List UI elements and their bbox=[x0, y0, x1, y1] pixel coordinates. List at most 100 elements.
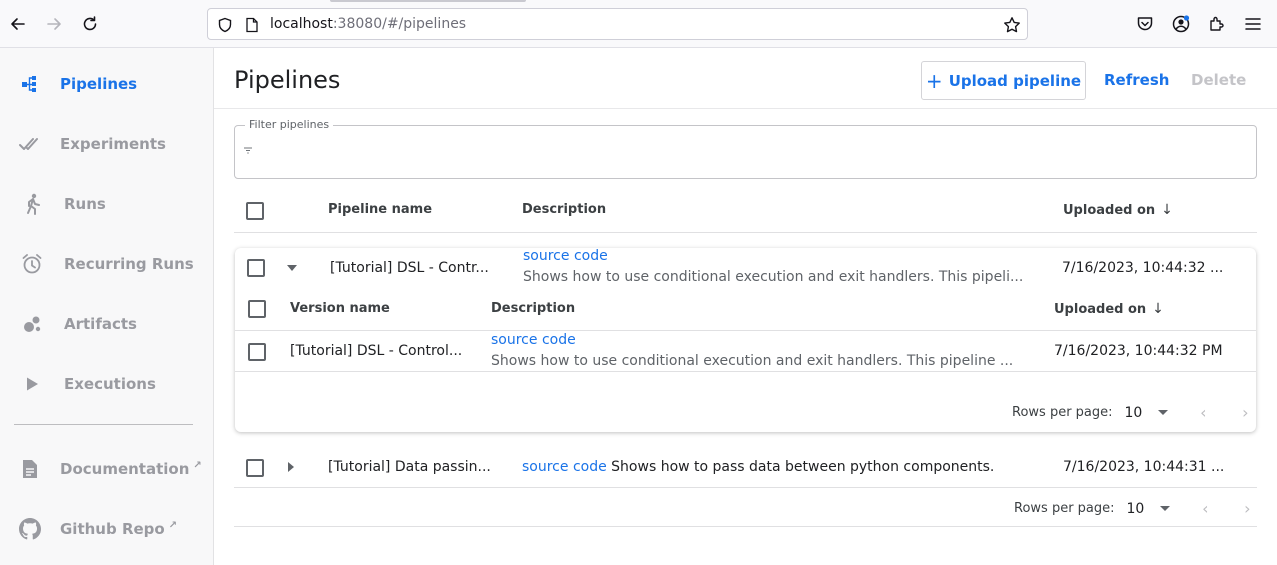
column-header-uploaded-on[interactable]: Uploaded on ↓ bbox=[1063, 202, 1173, 218]
delete-button[interactable]: Delete bbox=[1191, 71, 1246, 89]
play-icon bbox=[20, 372, 44, 396]
version-uploaded-on-text: Uploaded on bbox=[1054, 302, 1147, 317]
reload-button[interactable] bbox=[78, 12, 102, 36]
sidebar-label-executions: Executions bbox=[64, 375, 156, 393]
sidebar-item-pipelines[interactable]: Pipelines bbox=[0, 64, 213, 104]
external-link-icon: ↗ bbox=[168, 520, 178, 531]
github-icon bbox=[18, 517, 42, 541]
expand-row-button[interactable] bbox=[283, 459, 299, 475]
browser-toolbar: localhost:38080/#/pipelines bbox=[0, 0, 1277, 48]
menu-icon[interactable] bbox=[1242, 13, 1264, 35]
sidebar-label-artifacts: Artifacts bbox=[64, 315, 137, 333]
pipeline-name[interactable]: [Tutorial] Data passin... bbox=[328, 459, 500, 475]
previous-page-button[interactable]: ‹ bbox=[1194, 403, 1212, 422]
table-bottom-divider bbox=[234, 526, 1257, 527]
sidebar-item-executions[interactable]: Executions bbox=[0, 364, 213, 404]
documentation-text: Documentation bbox=[60, 460, 190, 478]
column-header-description: Description bbox=[522, 202, 607, 217]
version-description: Shows how to use conditional execution a… bbox=[491, 353, 1014, 369]
sidebar: Pipelines Experiments Runs Recurring Run… bbox=[0, 48, 214, 565]
reload-icon bbox=[83, 16, 97, 31]
sidebar-item-documentation[interactable]: Documentation ↗ bbox=[0, 449, 213, 489]
url-text[interactable]: localhost:38080/#/pipelines bbox=[270, 16, 466, 32]
row-checkbox[interactable] bbox=[246, 459, 264, 477]
select-all-versions-checkbox[interactable] bbox=[248, 300, 266, 318]
pipeline-name[interactable]: [Tutorial] DSL - Contr... bbox=[330, 260, 502, 276]
account-icon[interactable] bbox=[1170, 13, 1192, 35]
column-header-pipeline-name[interactable]: Pipeline name bbox=[328, 202, 432, 217]
extensions-icon[interactable] bbox=[1206, 13, 1228, 35]
document-icon bbox=[18, 457, 42, 481]
pipeline-uploaded-on: 7/16/2023, 10:44:31 ... bbox=[1063, 459, 1225, 475]
versions-pagination: Rows per page: 10 ‹ › bbox=[1012, 403, 1254, 422]
pipeline-description: Shows how to pass data between python co… bbox=[611, 459, 995, 475]
sidebar-item-runs[interactable]: Runs bbox=[0, 184, 213, 224]
rows-per-page-select[interactable]: 10 bbox=[1125, 405, 1143, 421]
caret-right-icon bbox=[288, 462, 294, 472]
filter-input[interactable] bbox=[261, 140, 1241, 164]
previous-page-button[interactable]: ‹ bbox=[1196, 499, 1214, 518]
next-page-button[interactable]: › bbox=[1236, 403, 1254, 422]
bookmark-star-icon[interactable] bbox=[1003, 16, 1021, 34]
chevron-down-icon[interactable] bbox=[1158, 410, 1169, 415]
main-content: Pipelines + Upload pipeline Refresh Dele… bbox=[214, 48, 1277, 565]
page-icon[interactable] bbox=[243, 16, 261, 34]
sidebar-item-experiments[interactable]: Experiments bbox=[0, 124, 213, 164]
url-host: localhost bbox=[270, 16, 333, 32]
address-bar[interactable]: localhost:38080/#/pipelines bbox=[207, 8, 1028, 40]
shield-icon[interactable] bbox=[216, 16, 234, 34]
pipeline-description: Shows how to use conditional execution a… bbox=[523, 269, 1024, 285]
running-person-icon bbox=[20, 192, 44, 216]
column-header-version-name[interactable]: Version name bbox=[290, 301, 390, 316]
version-uploaded-on: 7/16/2023, 10:44:32 PM bbox=[1054, 343, 1223, 359]
url-path: :38080/#/pipelines bbox=[332, 16, 467, 32]
source-code-link[interactable]: source code bbox=[522, 459, 607, 475]
github-repo-text: Github Repo bbox=[60, 520, 165, 538]
double-check-icon bbox=[18, 132, 42, 156]
table-header-divider bbox=[234, 232, 1257, 233]
version-row-checkbox[interactable] bbox=[248, 343, 266, 361]
forward-arrow-icon bbox=[47, 18, 61, 30]
version-source-code-link[interactable]: source code bbox=[491, 332, 576, 348]
upload-pipeline-button[interactable]: + Upload pipeline bbox=[921, 61, 1086, 100]
upload-pipeline-label: Upload pipeline bbox=[948, 71, 1082, 90]
source-code-link[interactable]: source code bbox=[523, 248, 608, 264]
plus-icon: + bbox=[925, 68, 943, 93]
column-header-version-uploaded-on[interactable]: Uploaded on ↓ bbox=[1054, 301, 1164, 317]
back-button[interactable] bbox=[6, 12, 30, 36]
sort-arrow-down-icon: ↓ bbox=[1152, 301, 1164, 317]
sidebar-label-recurring-runs: Recurring Runs bbox=[64, 255, 194, 273]
pocket-icon[interactable] bbox=[1134, 13, 1156, 35]
sidebar-item-github-repo[interactable]: Github Repo ↗ bbox=[0, 509, 213, 549]
sidebar-label-documentation: Documentation ↗ bbox=[60, 460, 202, 478]
version-name[interactable]: [Tutorial] DSL - Control... bbox=[290, 343, 476, 359]
expanded-pipeline-card: [Tutorial] DSL - Contr... source code Sh… bbox=[235, 248, 1256, 432]
forward-button[interactable] bbox=[42, 12, 66, 36]
page-title: Pipelines bbox=[234, 66, 341, 94]
row-divider bbox=[234, 487, 1257, 488]
sort-arrow-down-icon: ↓ bbox=[1161, 202, 1173, 218]
refresh-button[interactable]: Refresh bbox=[1104, 71, 1169, 89]
row-checkbox[interactable] bbox=[247, 259, 265, 277]
filter-pipelines-field[interactable]: Filter pipelines bbox=[234, 118, 1257, 179]
table-pagination: Rows per page: 10 ‹ › bbox=[1014, 499, 1256, 518]
sidebar-item-artifacts[interactable]: Artifacts bbox=[0, 304, 213, 344]
sidebar-item-recurring-runs[interactable]: Recurring Runs bbox=[0, 244, 213, 284]
artifacts-icon bbox=[20, 312, 44, 336]
filter-icon bbox=[244, 147, 252, 154]
next-page-button[interactable]: › bbox=[1238, 499, 1256, 518]
uploaded-on-text: Uploaded on bbox=[1063, 203, 1156, 218]
sidebar-label-github: Github Repo ↗ bbox=[60, 520, 177, 538]
sidebar-label-runs: Runs bbox=[64, 195, 106, 213]
rows-per-page-select[interactable]: 10 bbox=[1127, 501, 1145, 517]
caret-down-icon bbox=[287, 265, 297, 271]
sidebar-label-pipelines: Pipelines bbox=[60, 75, 138, 93]
version-row-divider bbox=[235, 371, 1256, 372]
external-link-icon: ↗ bbox=[193, 460, 202, 471]
sidebar-divider bbox=[14, 424, 193, 425]
pipeline-description-cell: source code Shows how to pass data betwe… bbox=[522, 459, 1042, 475]
chevron-down-icon[interactable] bbox=[1160, 506, 1171, 511]
pipeline-uploaded-on: 7/16/2023, 10:44:32 ... bbox=[1062, 260, 1224, 276]
select-all-checkbox[interactable] bbox=[246, 202, 264, 220]
collapse-row-button[interactable] bbox=[284, 260, 300, 276]
